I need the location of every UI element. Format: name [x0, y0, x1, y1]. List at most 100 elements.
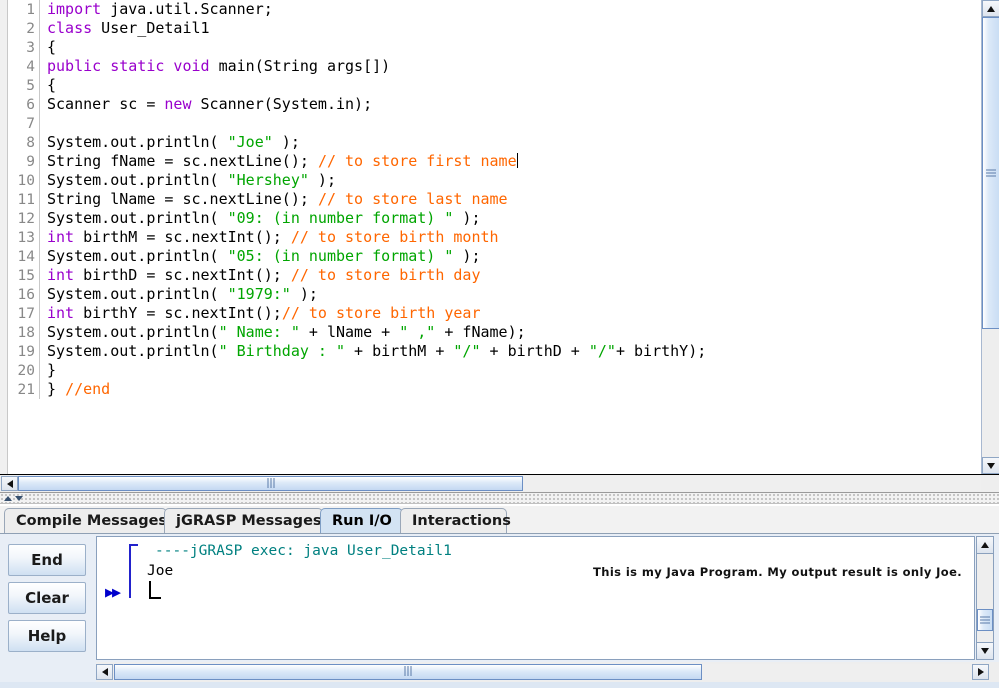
code-text: class User_Detail1 — [40, 19, 210, 38]
editor-horizontal-scroll-track[interactable] — [523, 476, 981, 491]
chevron-left-icon — [101, 668, 108, 676]
code-editor[interactable]: 1 import java.util.Scanner; 2 class User_De… — [9, 0, 981, 474]
code-line[interactable]: 3{ — [9, 38, 981, 57]
code-token-pl: ); — [290, 285, 318, 303]
code-token-kw: class — [47, 19, 93, 37]
code-line[interactable]: 21} //end — [9, 380, 981, 399]
code-line[interactable]: 11 String lName = sc.nextLine(); // to st… — [9, 190, 981, 209]
code-line[interactable]: 20} — [9, 361, 981, 380]
line-number: 5 — [26, 78, 35, 94]
line-number: 7 — [26, 116, 35, 132]
chevron-up-icon — [987, 5, 995, 12]
code-token-pl: System.out.println( — [47, 285, 228, 303]
code-token-pl: + birthY); — [615, 342, 707, 360]
code-token-str: "Joe" — [227, 133, 273, 151]
code-token-pl: Scanner sc = — [47, 95, 165, 113]
console-horizontal-scroll-thumb[interactable] — [114, 664, 702, 680]
editor-horizontal-scrollbar[interactable] — [0, 474, 999, 492]
scroll-up-button[interactable] — [982, 0, 999, 17]
splitter-collapse-down-icon[interactable] — [15, 496, 23, 501]
line-number: 12 — [17, 211, 35, 227]
code-line[interactable]: 7 — [9, 114, 981, 133]
editor-vertical-scroll-track[interactable] — [982, 330, 999, 457]
code-token-pl: System.out.println( — [47, 247, 228, 265]
code-token-pl: + birthD + — [480, 342, 589, 360]
console-output-area[interactable]: ▶▶ ----jGRASP exec: java User_Detail1 Jo… — [96, 536, 975, 660]
line-number: 2 — [26, 21, 35, 37]
code-token-pl: ); — [272, 133, 300, 151]
tab-jgrasp-messages[interactable]: jGRASP Messages — [164, 508, 323, 534]
code-line[interactable]: 10 System.out.println( "Hershey" ); — [9, 171, 981, 190]
code-line[interactable]: 12 System.out.println( "09: (in number fo… — [9, 209, 981, 228]
code-token-kw: new — [164, 95, 192, 113]
line-number: 8 — [26, 135, 35, 151]
code-line[interactable]: 18 System.out.println(" Name: " + lName +… — [9, 323, 981, 342]
code-text: { — [40, 76, 56, 95]
code-text: int birthD = sc.nextInt(); // to store b… — [40, 266, 481, 285]
code-line[interactable]: 13 int birthM = sc.nextInt(); // to store… — [9, 228, 981, 247]
line-number: 4 — [26, 59, 35, 75]
chevron-down-icon — [987, 462, 995, 469]
code-line[interactable]: 1 import java.util.Scanner; — [9, 0, 981, 19]
code-text: Scanner sc = new Scanner(System.in); — [40, 95, 372, 114]
tab-label: Interactions — [412, 513, 511, 529]
editor-pane: 1 import java.util.Scanner; 2 class User_De… — [0, 0, 999, 492]
tab-label: jGRASP Messages — [176, 513, 322, 529]
code-line[interactable]: 9 String fName = sc.nextLine(); // to sto… — [9, 152, 981, 171]
line-number: 17 — [17, 306, 35, 322]
console-scroll-left-button[interactable] — [96, 664, 113, 680]
console-horizontal-scrollbar[interactable] — [96, 662, 999, 682]
console-vertical-scrollbar[interactable] — [976, 536, 994, 660]
code-line[interactable]: 15 int birthD = sc.nextInt(); // to store… — [9, 266, 981, 285]
console-scroll-down-button[interactable] — [977, 642, 993, 659]
code-line[interactable]: 5{ — [9, 76, 981, 95]
tab-run-i-o[interactable]: Run I/O — [320, 508, 403, 534]
end-button[interactable]: End — [8, 544, 86, 576]
clear-button[interactable]: Clear — [8, 582, 86, 614]
console-scroll-up-button[interactable] — [977, 537, 993, 554]
tab-compile-messages[interactable]: Compile Messages — [4, 508, 167, 534]
line-number: 13 — [17, 230, 35, 246]
grip-icon — [986, 168, 996, 179]
line-number: 1 — [26, 2, 35, 18]
pane-splitter[interactable] — [0, 492, 999, 504]
code-line[interactable]: 4 public static void main(String args[]) — [9, 57, 981, 76]
code-token-pl: User_Detail1 — [92, 19, 210, 37]
code-token-pl: System.out.println( — [47, 323, 219, 341]
code-text: int birthY = sc.nextInt();// to store bi… — [40, 304, 481, 323]
run-io-panel: End Clear Help ▶▶ ----jGRASP exec: java … — [0, 534, 999, 688]
chevron-up-icon — [981, 542, 989, 548]
editor-vertical-scroll-thumb[interactable] — [982, 17, 999, 329]
code-line[interactable]: 2 class User_Detail1 — [9, 19, 981, 38]
console-scroll-right-button[interactable] — [972, 664, 989, 680]
code-line[interactable]: 19 System.out.println(" Birthday : " + bi… — [9, 342, 981, 361]
editor-horizontal-scroll-thumb[interactable] — [18, 476, 523, 491]
console-horizontal-scroll-track[interactable] — [702, 664, 972, 680]
code-token-pl: } — [47, 380, 66, 398]
code-token-kw: import — [47, 0, 102, 18]
window-bottom-strip — [0, 682, 999, 688]
editor-vertical-scrollbar[interactable] — [981, 0, 999, 474]
code-line[interactable]: 6 Scanner sc = new Scanner(System.in); — [9, 95, 981, 114]
code-text: System.out.println(" Birthday : " + birt… — [40, 342, 706, 361]
code-line[interactable]: 16 System.out.println( "1979:" ); — [9, 285, 981, 304]
code-token-pl: main(String args[]) — [209, 57, 391, 75]
chevron-right-icon — [977, 668, 984, 676]
code-text: } — [40, 361, 56, 380]
help-button[interactable]: Help — [8, 620, 86, 652]
code-line[interactable]: 14 System.out.println( "05: (in number fo… — [9, 247, 981, 266]
code-text: System.out.println(" Name: " + lName + "… — [40, 323, 526, 342]
code-token-str: " Name: " — [218, 323, 300, 341]
tab-label: Run I/O — [332, 513, 392, 529]
splitter-collapse-up-icon[interactable] — [4, 496, 12, 501]
console-vertical-scroll-thumb[interactable] — [977, 609, 993, 631]
scroll-down-button[interactable] — [982, 457, 999, 474]
run-io-button-column: End Clear Help — [0, 534, 94, 670]
code-token-cmt: // to store birth year — [281, 304, 481, 322]
output-tab-bar: Compile Messages jGRASP Messages Run I/O In… — [0, 506, 999, 534]
code-text: System.out.println( "05: (in number form… — [40, 247, 481, 266]
tab-interactions[interactable]: Interactions — [400, 508, 511, 534]
code-line[interactable]: 17 int birthY = sc.nextInt();// to store … — [9, 304, 981, 323]
scroll-left-button[interactable] — [1, 476, 18, 491]
code-line[interactable]: 8 System.out.println( "Joe" ); — [9, 133, 981, 152]
